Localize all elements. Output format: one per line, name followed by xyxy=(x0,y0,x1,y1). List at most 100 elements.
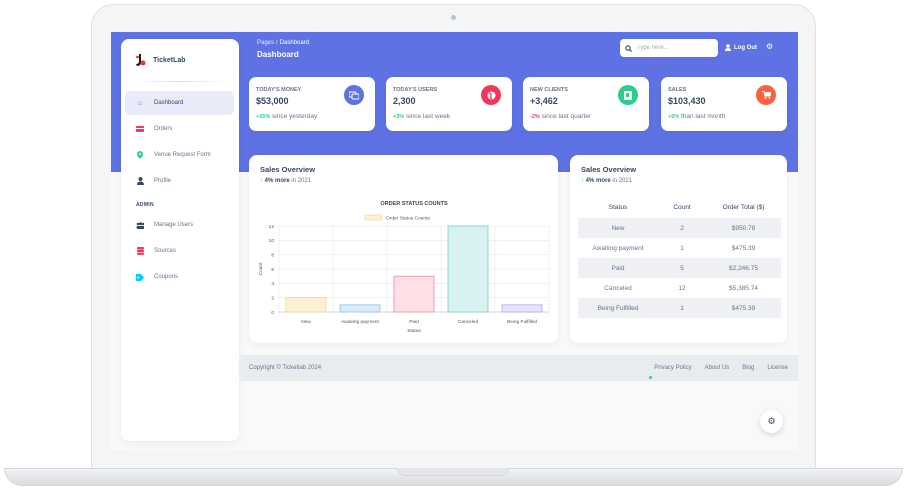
table-cell: $5,385.74 xyxy=(729,284,758,292)
sidebar-item-profile[interactable]: Profile xyxy=(125,169,234,193)
table-row: Paid 5 $2,246.75 xyxy=(578,258,781,278)
database-icon xyxy=(136,247,144,255)
world-icon xyxy=(481,85,501,105)
footer-links: Privacy Policy About Us Blog License xyxy=(654,365,788,371)
table-cell: Canceled xyxy=(604,284,632,292)
panel-title: Sales Overview xyxy=(581,165,637,174)
sidebar-section-label: ADMIN xyxy=(136,202,154,208)
stat-change: -2% xyxy=(530,114,540,120)
panel-subtitle: ↑ 4% more in 2021 xyxy=(581,178,632,184)
brand-name: TicketLab xyxy=(153,56,186,64)
logout-label: Log Out xyxy=(734,44,757,51)
footer-link-license[interactable]: License xyxy=(767,365,788,371)
table-cell: New xyxy=(578,218,658,238)
page-title: Dashboard xyxy=(257,50,299,59)
table-cell: 1 xyxy=(658,298,706,318)
stat-label: TODAY'S MONEY xyxy=(256,87,302,93)
gear-icon[interactable]: ⚙ xyxy=(766,42,773,51)
chart-title: ORDER STATUS COUNTS xyxy=(380,201,448,207)
laptop-notch xyxy=(397,468,509,476)
sidebar-item-coupons[interactable]: Coupons xyxy=(125,265,234,289)
bar xyxy=(339,304,381,313)
table-row: Canceled 12 $5,385.74 xyxy=(578,278,781,298)
divider xyxy=(135,81,227,82)
table-cell: $475.39 xyxy=(706,298,781,318)
tag-icon xyxy=(136,273,144,281)
stat-note-text: since yesterday xyxy=(270,113,318,120)
camera-icon xyxy=(451,15,456,20)
stat-note-text: since last quarter xyxy=(539,113,592,120)
sidebar-item-sources[interactable]: Sources xyxy=(125,239,234,263)
stat-value: 2,300 xyxy=(393,96,416,106)
breadcrumb-root[interactable]: Pages xyxy=(257,40,274,46)
table-cell: 12 xyxy=(678,284,686,292)
y-tick-label: 10 xyxy=(269,238,275,244)
money-icon xyxy=(344,85,364,105)
table-row: Awaiting payment 1 $475.39 xyxy=(578,238,781,258)
legend-label: Order Status Counts xyxy=(386,216,430,222)
paper-icon xyxy=(618,85,638,105)
bar xyxy=(285,297,327,313)
sales-table: Status Count Order Total ($) New 2 $950.78… xyxy=(578,196,781,318)
stat-note: +3% since last week xyxy=(393,112,503,122)
sidebar-item-manage-users[interactable]: Manage Users xyxy=(125,213,234,237)
users-icon xyxy=(136,221,144,229)
panel-subtitle-rest: in 2021 xyxy=(610,178,633,184)
y-tick-label: 2 xyxy=(271,295,274,301)
brand[interactable]: TicketLab xyxy=(134,53,186,67)
table-cell: $950.78 xyxy=(706,218,781,238)
gear-icon: ⚙ xyxy=(767,416,776,426)
stat-value: $53,000 xyxy=(256,96,289,106)
sidebar-item-venue-request-form[interactable]: Venue Request Form xyxy=(125,143,234,167)
search-box[interactable] xyxy=(620,39,718,57)
stat-label: TODAY'S USERS xyxy=(393,87,438,93)
sidebar-item-label: Venue Request Form xyxy=(154,152,211,158)
sidebar-item-label: Sources xyxy=(154,248,177,254)
x-tick-label: Being Fulfilled xyxy=(507,319,537,325)
column-header: Status xyxy=(608,203,628,211)
settings-fab[interactable]: ⚙ xyxy=(760,410,783,433)
table-panel: Sales Overview ↑ 4% more in 2021 Status … xyxy=(570,155,787,343)
wallet-icon xyxy=(136,125,144,133)
sidebar-item-dashboard[interactable]: ⌂ Dashboard xyxy=(125,91,234,115)
order-status-chart: ORDER STATUS COUNTS Order Status Counts 0 2… xyxy=(258,201,550,334)
search-input[interactable] xyxy=(637,45,715,51)
footer-link-privacy[interactable]: Privacy Policy xyxy=(654,365,691,371)
sidebar-item-label: Coupons xyxy=(154,274,179,280)
y-tick-label: 6 xyxy=(271,267,274,273)
search-icon xyxy=(625,44,632,52)
ticketlab-logo-icon xyxy=(136,54,146,66)
chart-panel: Sales Overview ↑ 4% more in 2021 ORDER S… xyxy=(249,155,558,343)
x-tick-label: New xyxy=(301,319,311,325)
stat-note-text: since last week xyxy=(404,113,451,120)
stat-change: +5% xyxy=(668,114,680,120)
y-tick-label: 0 xyxy=(271,310,274,316)
y-axis-label: Count xyxy=(258,262,264,275)
y-tick-label: 8 xyxy=(271,252,274,258)
user-icon xyxy=(136,177,144,185)
footer-link-about[interactable]: About Us xyxy=(705,365,730,371)
table-cell: Awaiting payment xyxy=(592,244,644,252)
breadcrumb-separator: / xyxy=(276,40,278,46)
cart-icon xyxy=(756,85,776,105)
bar xyxy=(393,275,435,313)
logout-button[interactable]: Log Out xyxy=(725,44,757,51)
panel-subtitle-bold: 4% more xyxy=(585,178,611,184)
bar xyxy=(501,304,543,313)
sidebar: TicketLab ⌂ Dashboard Orders Venue Reque… xyxy=(121,39,239,441)
table-row: Being Fulfilled 1 $475.39 xyxy=(578,298,781,318)
arrow-up-icon: ↑ xyxy=(581,178,584,184)
column-header: Order Total ($) xyxy=(722,203,765,211)
breadcrumb: Pages / Dashboard xyxy=(257,40,309,46)
legend-swatch xyxy=(364,214,383,221)
footer-link-blog[interactable]: Blog xyxy=(742,365,754,371)
stat-card-clients: NEW CLIENTS +3,462 -2% since last quarte… xyxy=(523,77,649,131)
stat-change: +3% xyxy=(393,114,405,120)
stat-note: +55% since yesterday xyxy=(256,112,336,122)
stat-change: +55% xyxy=(256,114,271,120)
stat-note: -2% since last quarter xyxy=(530,112,610,122)
y-tick-label: 4 xyxy=(271,281,274,287)
x-axis-label: Status xyxy=(407,328,421,334)
table-row: New 2 $950.78 xyxy=(578,218,781,238)
sidebar-item-orders[interactable]: Orders xyxy=(125,117,234,141)
